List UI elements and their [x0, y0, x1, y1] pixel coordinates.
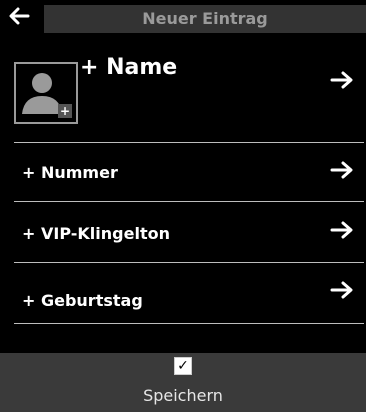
name-row[interactable]: + + Name [0, 40, 366, 142]
row-geburtstag[interactable]: + Geburtstag [0, 263, 366, 323]
forward-arrow-icon [330, 281, 353, 299]
forward-arrow-icon [330, 221, 353, 239]
header-bar: Neuer Eintrag [0, 0, 366, 35]
forward-arrow-icon [330, 71, 353, 89]
back-button[interactable] [4, 2, 34, 30]
row-label: + Geburtstag [22, 291, 143, 310]
save-button-label[interactable]: Speichern [0, 386, 366, 405]
row-vip-klingelton[interactable]: + VIP-Klingelton [0, 202, 366, 262]
row-nummer[interactable]: + Nummer [0, 143, 366, 201]
row-label: + Nummer [22, 163, 118, 182]
contact-photo[interactable]: + [14, 62, 78, 124]
forward-arrow-icon [330, 161, 353, 179]
row-label: + VIP-Klingelton [22, 224, 170, 243]
add-photo-badge: + [58, 104, 72, 118]
page-title: Neuer Eintrag [142, 9, 268, 28]
back-arrow-icon [9, 7, 30, 25]
divider [14, 323, 364, 324]
name-field-label: + Name [80, 55, 178, 80]
checkmark-icon[interactable]: ✓ [174, 357, 192, 375]
